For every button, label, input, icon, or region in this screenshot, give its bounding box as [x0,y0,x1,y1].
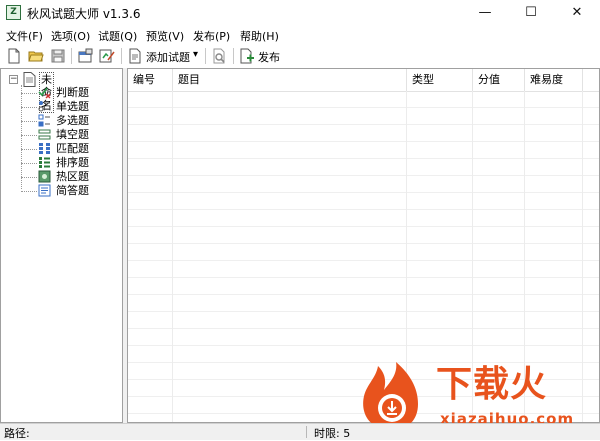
column-header-number[interactable]: 编号 [128,69,173,91]
tree-item-label: 判断题 [56,86,89,99]
menu-help[interactable]: 帮助(H) [240,28,279,44]
app-icon: Z [6,5,21,20]
short-answer-icon [38,184,51,197]
single-choice-icon [38,101,50,112]
tree-guide [21,107,37,108]
toolbar-separator [71,48,72,64]
tree-guide [21,177,37,178]
toolbar: 添加试题 ▾ 发布 [0,44,600,69]
menu-file[interactable]: 文件(F) [6,28,43,44]
column-header-question[interactable]: 题目 [173,69,407,91]
column-header-difficulty[interactable]: 难易度 [525,69,583,91]
flame-logo-icon [363,362,418,430]
settings-icon[interactable] [99,48,115,64]
minimize-button[interactable]: — [462,0,508,26]
collapse-icon[interactable]: − [9,75,18,84]
toolbar-separator [233,48,234,64]
add-question-dropdown[interactable]: ▾ [193,49,198,60]
maximize-button[interactable]: ☐ [508,0,554,26]
add-question-button[interactable]: 添加试题 [146,49,190,65]
tree-item-single-choice[interactable]: 单选题 [21,100,123,114]
publish-icon[interactable] [239,48,255,64]
window-title: 秋风试题大师 v1.3.6 [27,7,141,21]
tree-guide [21,191,37,192]
watermark-title: 下载火 [436,364,548,405]
close-button[interactable]: ✕ [554,0,600,26]
properties-icon[interactable] [77,48,93,64]
open-folder-icon[interactable] [28,48,44,64]
add-question-icon[interactable] [127,48,143,64]
tree-item-label: 热区题 [56,170,89,183]
multiple-choice-icon [38,114,50,127]
tree-item-fill-blank[interactable]: 填空题 [21,128,123,142]
menu-publish[interactable]: 发布(P) [193,28,230,44]
column-gridline [172,91,173,422]
toolbar-separator [121,48,122,64]
matching-icon [39,143,50,154]
tree-item-label: 匹配题 [56,142,89,155]
hotspot-icon [38,170,51,183]
status-separator [306,426,307,438]
tree-item-multiple-choice[interactable]: 多选题 [21,114,123,128]
menu-questions[interactable]: 试题(Q) [98,28,137,44]
toolbar-separator [205,48,206,64]
fill-blank-icon [38,129,51,140]
tree-guide [21,93,37,94]
column-header-score[interactable]: 分值 [473,69,525,91]
tree-item-ordering[interactable]: 排序题 [21,156,123,170]
document-icon [23,72,36,87]
tree-guide [21,135,37,136]
preview-icon[interactable] [211,48,227,64]
tree-item-matching[interactable]: 匹配题 [21,142,123,156]
tree-guide [21,121,37,122]
status-bar: 路径: 时限: 5 [0,423,600,440]
question-type-tree: − 未命名 判断题 单选题 多选题 填空题 匹配题 排序题 热区题 简答题 [0,68,123,423]
tree-item-label: 单选题 [56,100,89,113]
column-header-type[interactable]: 类型 [407,69,473,91]
tree-item-short-answer[interactable]: 简答题 [21,184,123,198]
table-header: 编号 题目 类型 分值 难易度 [128,69,599,92]
publish-button[interactable]: 发布 [258,49,280,65]
tree-guide [21,149,37,150]
menu-bar: 文件(F) 选项(O) 试题(Q) 预览(V) 发布(P) 帮助(H) [0,26,600,44]
new-file-icon[interactable] [6,48,22,64]
tree-guide [21,163,37,164]
title-bar: Z 秋风试题大师 v1.3.6 — ☐ ✕ [0,0,600,26]
check-cross-icon [38,87,51,99]
menu-preview[interactable]: 预览(V) [146,28,184,44]
tree-item-true-false[interactable]: 判断题 [21,86,123,100]
tree-item-label: 多选题 [56,114,89,127]
menu-options[interactable]: 选项(O) [51,28,90,44]
tree-item-label: 排序题 [56,156,89,169]
save-icon[interactable] [50,48,66,64]
tree-item-hotspot[interactable]: 热区题 [21,170,123,184]
tree-item-label: 填空题 [56,128,89,141]
tree-guide [21,85,22,189]
tree-item-label: 简答题 [56,184,89,197]
ordering-icon [39,157,50,168]
